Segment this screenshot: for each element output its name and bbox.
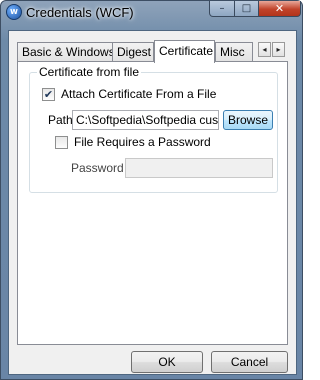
dialog-client-area: Basic & Windows Digest Certificate Misc … (8, 30, 297, 375)
title-bar[interactable]: W Credentials (WCF) – □ ✕ (1, 1, 302, 23)
close-button[interactable]: ✕ (258, 1, 301, 17)
attach-certificate-checkbox[interactable]: ✔ (42, 88, 55, 101)
tab-misc[interactable]: Misc (215, 42, 253, 61)
tab-scroll-right-button[interactable]: ▸ (272, 42, 285, 57)
password-label: Password (71, 161, 124, 175)
tab-strip: Basic & Windows Digest Certificate Misc … (17, 40, 289, 63)
minimize-button[interactable]: – (209, 1, 235, 17)
tab-digest[interactable]: Digest (112, 42, 154, 61)
password-input[interactable] (125, 158, 273, 178)
attach-certificate-label[interactable]: Attach Certificate From a File (61, 87, 216, 101)
requires-password-label[interactable]: File Requires a Password (74, 135, 211, 149)
window-title: Credentials (WCF) (26, 5, 134, 20)
ok-button[interactable]: OK (131, 351, 203, 373)
path-input[interactable]: C:\Softpedia\Softpedia custo (72, 110, 219, 130)
cancel-button[interactable]: Cancel (211, 351, 288, 373)
path-label: Path (48, 113, 73, 127)
browse-button[interactable]: Browse (223, 110, 273, 130)
tab-scroll-left-button[interactable]: ◂ (258, 42, 271, 57)
certificate-tab-panel: Certificate from file ✔ Attach Certifica… (17, 61, 288, 345)
credentials-window: W Credentials (WCF) – □ ✕ Basic & Window… (0, 0, 303, 380)
maximize-button[interactable]: □ (234, 1, 259, 17)
tab-certificate[interactable]: Certificate (154, 40, 215, 63)
app-icon: W (6, 4, 22, 20)
requires-password-checkbox[interactable] (55, 136, 68, 149)
tab-basic-windows[interactable]: Basic & Windows (17, 42, 113, 61)
group-title: Certificate from file (37, 65, 142, 79)
